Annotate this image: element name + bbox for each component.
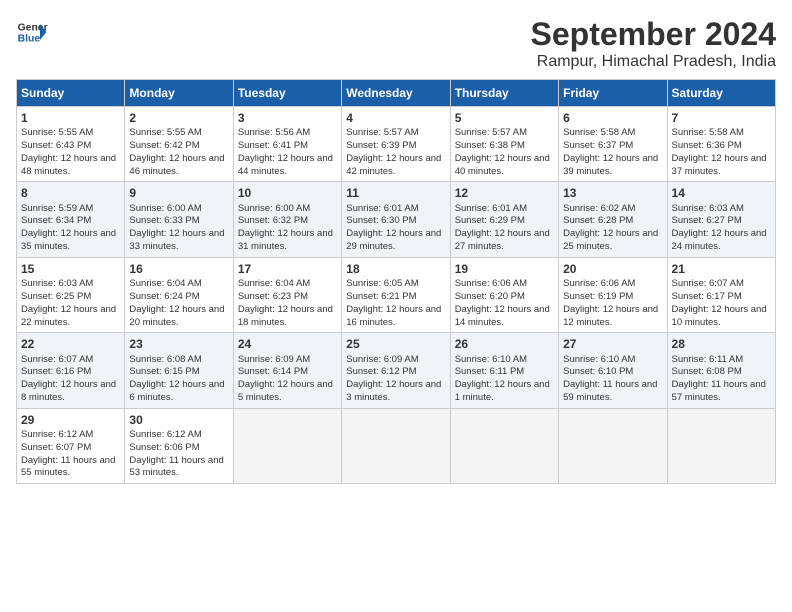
day-number: 29 [21,412,120,428]
day-number: 13 [563,185,662,201]
col-thursday: Thursday [450,80,558,107]
calendar-day-cell: 3Sunrise: 5:56 AMSunset: 6:41 PMDaylight… [233,107,341,182]
day-number: 16 [129,261,228,277]
day-number: 17 [238,261,337,277]
day-number: 9 [129,185,228,201]
day-number: 4 [346,110,445,126]
day-number: 20 [563,261,662,277]
calendar-day-cell: 23Sunrise: 6:08 AMSunset: 6:15 PMDayligh… [125,333,233,408]
calendar-day-cell: 11Sunrise: 6:01 AMSunset: 6:30 PMDayligh… [342,182,450,257]
day-number: 7 [672,110,771,126]
day-number: 23 [129,336,228,352]
day-number: 5 [455,110,554,126]
calendar-day-cell: 10Sunrise: 6:00 AMSunset: 6:32 PMDayligh… [233,182,341,257]
calendar-day-cell [667,408,775,483]
calendar-day-cell: 19Sunrise: 6:06 AMSunset: 6:20 PMDayligh… [450,257,558,332]
page-subtitle: Rampur, Himachal Pradesh, India [531,53,776,71]
col-sunday: Sunday [17,80,125,107]
col-saturday: Saturday [667,80,775,107]
calendar-day-cell: 5Sunrise: 5:57 AMSunset: 6:38 PMDaylight… [450,107,558,182]
calendar-day-cell: 18Sunrise: 6:05 AMSunset: 6:21 PMDayligh… [342,257,450,332]
day-number: 1 [21,110,120,126]
calendar-day-cell: 29Sunrise: 6:12 AMSunset: 6:07 PMDayligh… [17,408,125,483]
day-number: 25 [346,336,445,352]
col-friday: Friday [559,80,667,107]
calendar-week-row: 15Sunrise: 6:03 AMSunset: 6:25 PMDayligh… [17,257,776,332]
day-number: 27 [563,336,662,352]
day-number: 30 [129,412,228,428]
calendar-day-cell [450,408,558,483]
calendar-day-cell: 25Sunrise: 6:09 AMSunset: 6:12 PMDayligh… [342,333,450,408]
calendar-day-cell: 22Sunrise: 6:07 AMSunset: 6:16 PMDayligh… [17,333,125,408]
calendar-week-row: 22Sunrise: 6:07 AMSunset: 6:16 PMDayligh… [17,333,776,408]
day-number: 22 [21,336,120,352]
day-number: 18 [346,261,445,277]
calendar-day-cell: 20Sunrise: 6:06 AMSunset: 6:19 PMDayligh… [559,257,667,332]
calendar-day-cell: 24Sunrise: 6:09 AMSunset: 6:14 PMDayligh… [233,333,341,408]
calendar-day-cell: 7Sunrise: 5:58 AMSunset: 6:36 PMDaylight… [667,107,775,182]
calendar-day-cell: 26Sunrise: 6:10 AMSunset: 6:11 PMDayligh… [450,333,558,408]
weekday-header-row: Sunday Monday Tuesday Wednesday Thursday… [17,80,776,107]
calendar-day-cell: 16Sunrise: 6:04 AMSunset: 6:24 PMDayligh… [125,257,233,332]
logo-icon: General Blue [16,16,48,48]
day-number: 2 [129,110,228,126]
col-wednesday: Wednesday [342,80,450,107]
col-monday: Monday [125,80,233,107]
calendar-day-cell: 9Sunrise: 6:00 AMSunset: 6:33 PMDaylight… [125,182,233,257]
calendar-day-cell [233,408,341,483]
calendar-day-cell: 4Sunrise: 5:57 AMSunset: 6:39 PMDaylight… [342,107,450,182]
calendar-day-cell: 17Sunrise: 6:04 AMSunset: 6:23 PMDayligh… [233,257,341,332]
calendar-day-cell: 2Sunrise: 5:55 AMSunset: 6:42 PMDaylight… [125,107,233,182]
logo: General Blue [16,16,48,48]
calendar-week-row: 29Sunrise: 6:12 AMSunset: 6:07 PMDayligh… [17,408,776,483]
calendar-day-cell: 12Sunrise: 6:01 AMSunset: 6:29 PMDayligh… [450,182,558,257]
svg-text:Blue: Blue [18,34,41,45]
calendar-day-cell: 30Sunrise: 6:12 AMSunset: 6:06 PMDayligh… [125,408,233,483]
day-number: 12 [455,185,554,201]
page-header: General Blue September 2024 Rampur, Hima… [16,16,776,71]
day-number: 10 [238,185,337,201]
day-number: 26 [455,336,554,352]
day-number: 19 [455,261,554,277]
calendar-day-cell [342,408,450,483]
calendar-day-cell: 28Sunrise: 6:11 AMSunset: 6:08 PMDayligh… [667,333,775,408]
page-title: September 2024 [531,16,776,53]
day-number: 24 [238,336,337,352]
calendar-day-cell: 13Sunrise: 6:02 AMSunset: 6:28 PMDayligh… [559,182,667,257]
calendar-day-cell: 15Sunrise: 6:03 AMSunset: 6:25 PMDayligh… [17,257,125,332]
calendar-day-cell: 27Sunrise: 6:10 AMSunset: 6:10 PMDayligh… [559,333,667,408]
day-number: 6 [563,110,662,126]
day-number: 21 [672,261,771,277]
day-number: 28 [672,336,771,352]
day-number: 8 [21,185,120,201]
calendar-day-cell: 8Sunrise: 5:59 AMSunset: 6:34 PMDaylight… [17,182,125,257]
calendar-table: Sunday Monday Tuesday Wednesday Thursday… [16,79,776,484]
col-tuesday: Tuesday [233,80,341,107]
day-number: 14 [672,185,771,201]
calendar-day-cell [559,408,667,483]
title-section: September 2024 Rampur, Himachal Pradesh,… [531,16,776,71]
day-number: 11 [346,185,445,201]
calendar-day-cell: 21Sunrise: 6:07 AMSunset: 6:17 PMDayligh… [667,257,775,332]
calendar-day-cell: 6Sunrise: 5:58 AMSunset: 6:37 PMDaylight… [559,107,667,182]
day-number: 3 [238,110,337,126]
calendar-day-cell: 14Sunrise: 6:03 AMSunset: 6:27 PMDayligh… [667,182,775,257]
calendar-day-cell: 1Sunrise: 5:55 AMSunset: 6:43 PMDaylight… [17,107,125,182]
calendar-week-row: 1Sunrise: 5:55 AMSunset: 6:43 PMDaylight… [17,107,776,182]
calendar-week-row: 8Sunrise: 5:59 AMSunset: 6:34 PMDaylight… [17,182,776,257]
day-number: 15 [21,261,120,277]
